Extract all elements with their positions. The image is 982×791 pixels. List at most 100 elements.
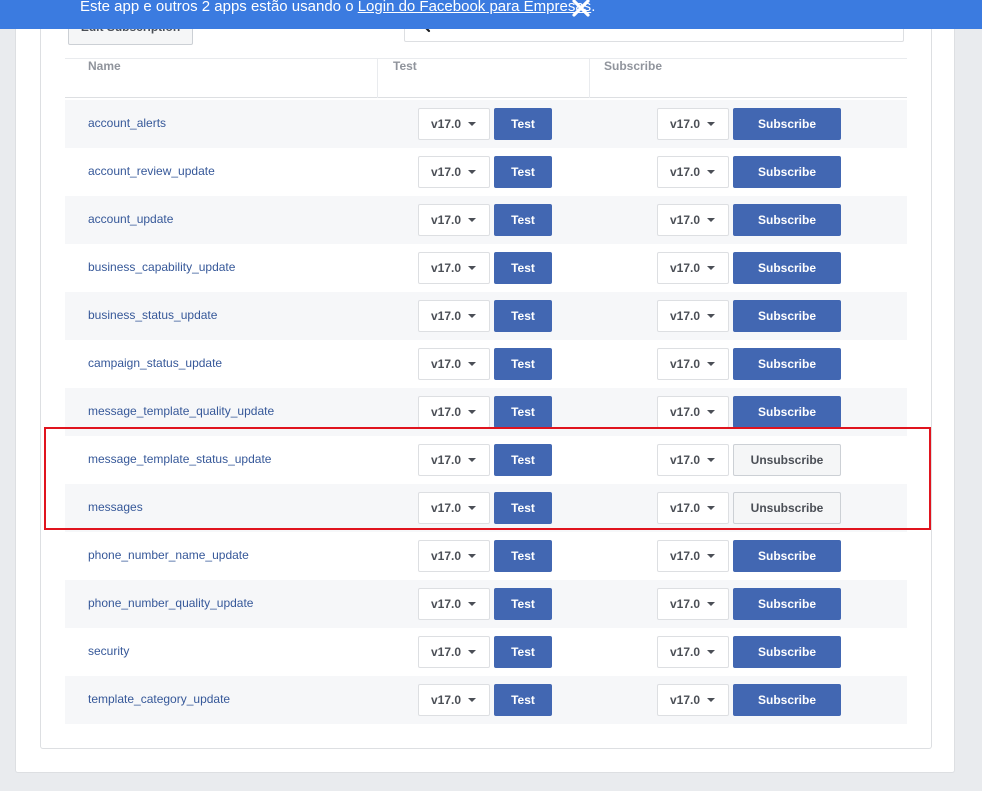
subscribe-button[interactable]: Subscribe — [733, 108, 841, 140]
table-row: account_alerts v17.0 Test v17.0 Subscribe — [65, 100, 907, 148]
chevron-down-icon — [468, 458, 476, 462]
test-button[interactable]: Test — [494, 444, 552, 476]
test-version-select[interactable]: v17.0 — [418, 156, 490, 188]
test-version-value: v17.0 — [431, 645, 462, 659]
table-row: message_template_status_update v17.0 Test v… — [65, 436, 907, 484]
test-button[interactable]: Test — [494, 108, 552, 140]
field-name: account_alerts — [88, 116, 167, 130]
table-header: Name Test Subscribe — [65, 58, 907, 98]
test-button[interactable]: Test — [494, 300, 552, 332]
test-button[interactable]: Test — [494, 396, 552, 428]
chevron-down-icon — [707, 314, 715, 318]
subscribe-button[interactable]: Subscribe — [733, 540, 841, 572]
chevron-down-icon — [707, 698, 715, 702]
chevron-down-icon — [468, 362, 476, 366]
subscribe-version-select[interactable]: v17.0 — [657, 204, 729, 236]
test-version-value: v17.0 — [431, 405, 462, 419]
test-button[interactable]: Test — [494, 204, 552, 236]
test-version-value: v17.0 — [431, 309, 462, 323]
table-row: campaign_status_update v17.0 Test v17.0 Subs… — [65, 340, 907, 388]
field-name: messages — [88, 500, 143, 514]
test-version-select[interactable]: v17.0 — [418, 540, 490, 572]
subscribe-version-select[interactable]: v17.0 — [657, 300, 729, 332]
test-version-select[interactable]: v17.0 — [418, 684, 490, 716]
subscribe-version-value: v17.0 — [670, 357, 701, 371]
banner-link[interactable]: Login do Facebook para Empresas — [358, 0, 591, 15]
subscribe-button[interactable]: Subscribe — [733, 300, 841, 332]
field-name: account_review_update — [88, 164, 215, 178]
subscribe-version-select[interactable]: v17.0 — [657, 348, 729, 380]
test-version-value: v17.0 — [431, 117, 462, 131]
table-row: business_capability_update v17.0 Test v17.0… — [65, 244, 907, 292]
subscribe-version-select[interactable]: v17.0 — [657, 588, 729, 620]
subscribe-version-value: v17.0 — [670, 597, 701, 611]
test-button[interactable]: Test — [494, 492, 552, 524]
chevron-down-icon — [468, 266, 476, 270]
table-row: account_update v17.0 Test v17.0 Subscribe — [65, 196, 907, 244]
subscribe-button[interactable]: Subscribe — [733, 684, 841, 716]
subscribe-button[interactable]: Subscribe — [733, 348, 841, 380]
subscribe-button[interactable]: Subscribe — [733, 588, 841, 620]
subscribe-button[interactable]: Subscribe — [733, 396, 841, 428]
test-version-value: v17.0 — [431, 549, 462, 563]
field-name: message_template_quality_update — [88, 404, 275, 418]
subscribe-version-select[interactable]: v17.0 — [657, 252, 729, 284]
test-button[interactable]: Test — [494, 588, 552, 620]
subscribe-version-select[interactable]: v17.0 — [657, 636, 729, 668]
test-button[interactable]: Test — [494, 636, 552, 668]
test-version-select[interactable]: v17.0 — [418, 252, 490, 284]
subscribe-version-select[interactable]: v17.0 — [657, 492, 729, 524]
unsubscribe-button[interactable]: Unsubscribe — [733, 492, 841, 524]
info-banner: Este app e outros 2 apps estão usando o … — [0, 0, 982, 29]
field-name: template_category_update — [88, 692, 231, 706]
chevron-down-icon — [468, 122, 476, 126]
subscribe-version-value: v17.0 — [670, 645, 701, 659]
column-header-test: Test — [378, 59, 590, 98]
field-name: business_status_update — [88, 308, 218, 322]
test-button[interactable]: Test — [494, 684, 552, 716]
subscribe-version-select[interactable]: v17.0 — [657, 396, 729, 428]
test-version-select[interactable]: v17.0 — [418, 444, 490, 476]
test-version-value: v17.0 — [431, 501, 462, 515]
chevron-down-icon — [468, 602, 476, 606]
chevron-down-icon — [468, 410, 476, 414]
subscribe-version-value: v17.0 — [670, 453, 701, 467]
chevron-down-icon — [707, 122, 715, 126]
subscribe-version-value: v17.0 — [670, 165, 701, 179]
subscribe-version-select[interactable]: v17.0 — [657, 684, 729, 716]
chevron-down-icon — [468, 506, 476, 510]
chevron-down-icon — [468, 650, 476, 654]
test-version-select[interactable]: v17.0 — [418, 396, 490, 428]
chevron-down-icon — [468, 314, 476, 318]
subscribe-button[interactable]: Subscribe — [733, 252, 841, 284]
test-version-select[interactable]: v17.0 — [418, 204, 490, 236]
fields-table-body: account_alerts v17.0 Test v17.0 Subscribe acc… — [65, 100, 907, 724]
subscribe-version-value: v17.0 — [670, 693, 701, 707]
subscribe-version-value: v17.0 — [670, 549, 701, 563]
test-button[interactable]: Test — [494, 156, 552, 188]
test-version-select[interactable]: v17.0 — [418, 492, 490, 524]
column-header-subscribe: Subscribe — [604, 59, 663, 73]
subscribe-button[interactable]: Subscribe — [733, 204, 841, 236]
chevron-down-icon — [707, 362, 715, 366]
table-row: security v17.0 Test v17.0 Subscribe — [65, 628, 907, 676]
chevron-down-icon — [468, 698, 476, 702]
test-version-select[interactable]: v17.0 — [418, 636, 490, 668]
test-version-select[interactable]: v17.0 — [418, 108, 490, 140]
test-button[interactable]: Test — [494, 252, 552, 284]
field-name: business_capability_update — [88, 260, 236, 274]
test-button[interactable]: Test — [494, 348, 552, 380]
test-version-select[interactable]: v17.0 — [418, 300, 490, 332]
subscribe-button[interactable]: Subscribe — [733, 156, 841, 188]
test-version-select[interactable]: v17.0 — [418, 588, 490, 620]
test-version-select[interactable]: v17.0 — [418, 348, 490, 380]
subscribe-version-select[interactable]: v17.0 — [657, 540, 729, 572]
subscribe-button[interactable]: Subscribe — [733, 636, 841, 668]
table-row: phone_number_name_update v17.0 Test v17.0 Su… — [65, 532, 907, 580]
close-icon[interactable] — [570, 0, 592, 19]
subscribe-version-select[interactable]: v17.0 — [657, 108, 729, 140]
unsubscribe-button[interactable]: Unsubscribe — [733, 444, 841, 476]
subscribe-version-select[interactable]: v17.0 — [657, 156, 729, 188]
subscribe-version-select[interactable]: v17.0 — [657, 444, 729, 476]
test-button[interactable]: Test — [494, 540, 552, 572]
